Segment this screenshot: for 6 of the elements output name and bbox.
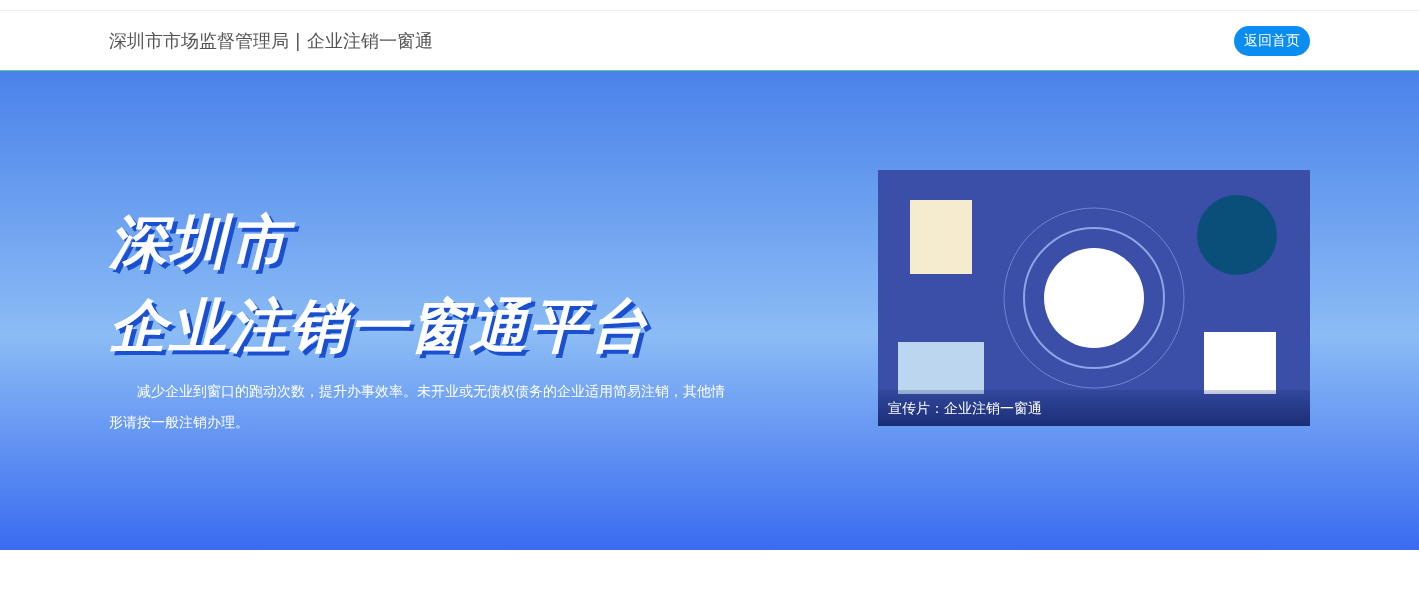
site-title: 深圳市市场监督管理局 | 企业注销一窗通 — [109, 28, 433, 53]
hero-description: 减少企业到窗口的跑动次数，提升办事效率。未开业或无债权债务的企业适用简易注销，其他情形请按一般注销办理。 — [109, 382, 726, 432]
hero-title: 深圳市 — [109, 200, 729, 284]
hero-title: 企业注销一窗通平台 — [109, 291, 650, 362]
video-player[interactable]: 宣传片：企业注销一窗通 — [878, 170, 1310, 426]
video-caption: 宣传片：企业注销一窗通 — [878, 390, 1310, 426]
